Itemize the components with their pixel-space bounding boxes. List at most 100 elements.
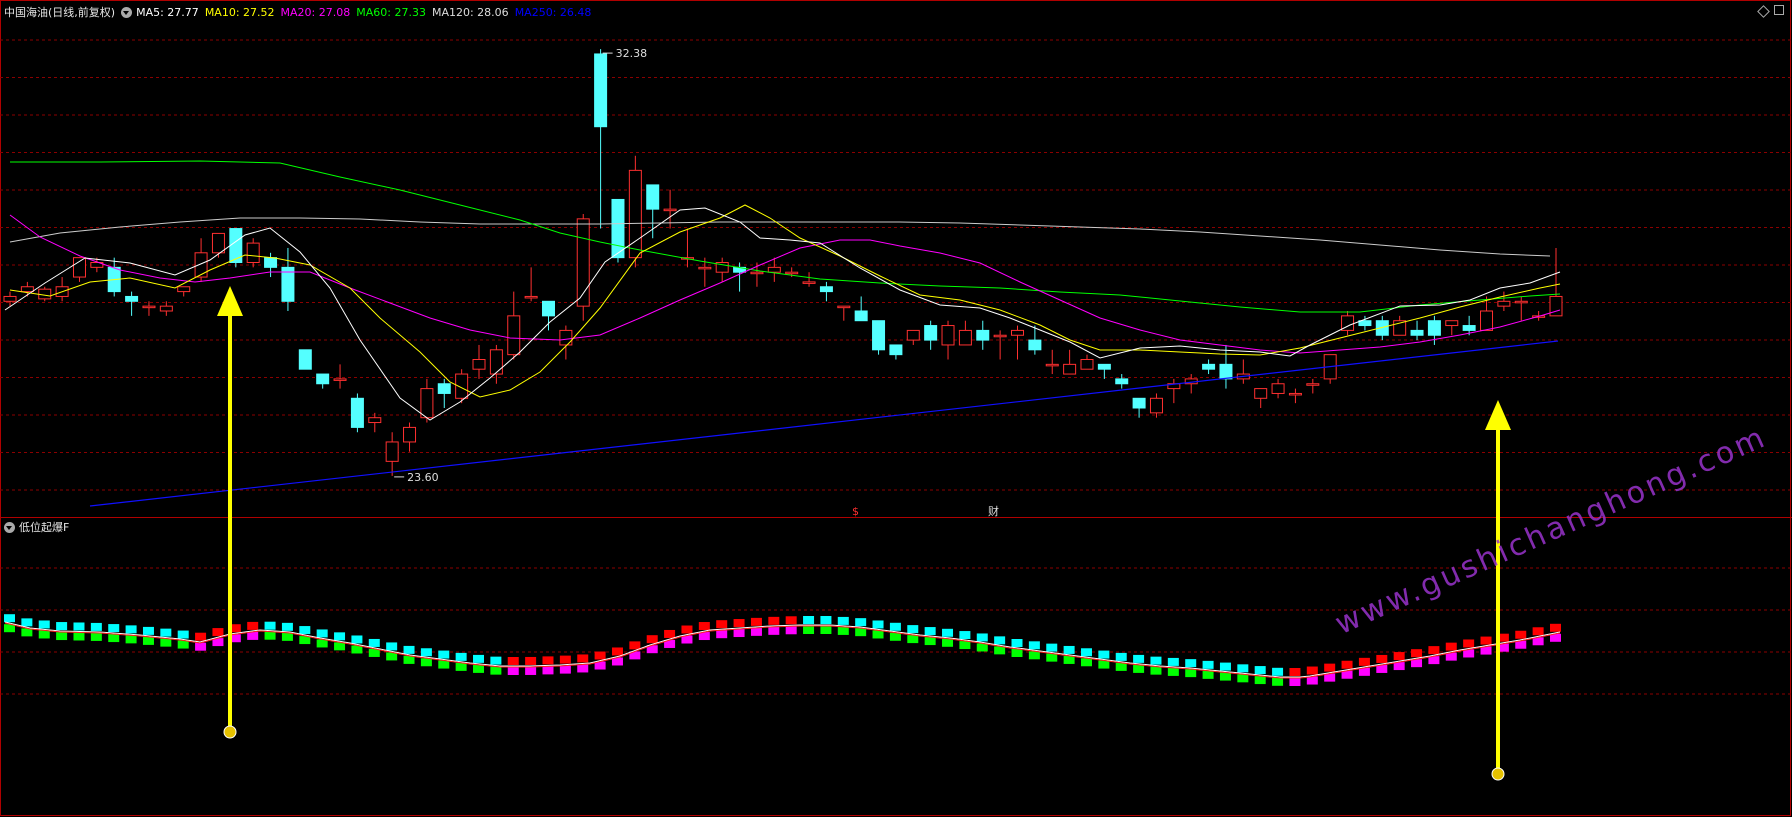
- indicator-bar-top: [455, 652, 467, 661]
- indicator-bar-top: [611, 647, 623, 656]
- chart-grid: [0, 0, 1792, 816]
- indicator-bar-top: [577, 654, 589, 663]
- indicator-bar-top: [820, 616, 832, 624]
- candle-body: [298, 349, 312, 370]
- indicator-bar-bottom: [542, 666, 554, 675]
- indicator-bar-bottom: [577, 664, 589, 673]
- indicator-bar-top: [351, 635, 363, 644]
- candle-body: [767, 266, 781, 273]
- candle-body: [854, 310, 868, 322]
- sub-panel-toggle-icon[interactable]: [4, 521, 15, 533]
- indicator-bar-top: [473, 654, 485, 663]
- indicator-bar-bottom: [264, 631, 276, 640]
- indicator-bar-top: [664, 629, 676, 638]
- candle-body: [993, 334, 1007, 338]
- indicator-bar-bottom: [1063, 655, 1075, 664]
- indicator-bar-bottom: [959, 641, 971, 650]
- cai-marker: 财: [988, 504, 999, 518]
- indicator-bar-bottom: [142, 636, 154, 645]
- indicator-bar-top: [681, 625, 693, 634]
- candle-body: [1080, 359, 1094, 370]
- indicator-bar-top: [750, 617, 762, 626]
- indicator-bar-bottom: [1098, 660, 1110, 669]
- min-price-label: 23.60: [407, 471, 439, 484]
- diamond-icon[interactable]: [1757, 5, 1770, 18]
- candle-body: [437, 383, 451, 394]
- max-price-label: 32.38: [616, 47, 648, 60]
- indicator-bar-top: [125, 625, 137, 634]
- chart-labels: 32.38 23.60 $ 财: [394, 47, 999, 518]
- indicator-bar-top: [403, 645, 415, 654]
- stock-chart: 32.38 23.60 $ 财: [0, 0, 1792, 816]
- indicator-bar-top: [334, 632, 346, 641]
- indicator-bar-bottom: [907, 635, 919, 644]
- indicator-bar-top: [1411, 649, 1423, 658]
- indicator-bar-top: [1133, 654, 1145, 663]
- indicator-bar-top: [994, 636, 1006, 645]
- settings-toggle-icon[interactable]: [121, 6, 133, 18]
- indicator-bar-top: [1098, 650, 1110, 659]
- indicator-bar-top: [1150, 656, 1162, 665]
- indicator-bar-top: [212, 628, 224, 637]
- indicator-bar-bottom: [1306, 676, 1318, 685]
- square-icon[interactable]: [1774, 5, 1784, 15]
- indicator-bar-top: [542, 656, 554, 665]
- indicator-bar-top: [785, 616, 797, 625]
- candle-body: [385, 441, 399, 462]
- ma-legend-item: MA60: 27.33: [356, 5, 426, 19]
- indicator-bar-top: [1237, 664, 1249, 673]
- indicator-bar-top: [837, 616, 849, 625]
- indicator-bar-bottom: [837, 626, 849, 635]
- indicator-bar-bottom: [177, 640, 189, 649]
- indicator-bar-top: [872, 620, 884, 629]
- candle-body: [316, 373, 330, 385]
- indicator-bar-top: [1063, 645, 1075, 654]
- indicator-bar-bottom: [1219, 672, 1231, 681]
- indicator-bar-top: [316, 629, 328, 638]
- indicator-panel: [4, 614, 1561, 686]
- indicator-bar-top: [1515, 630, 1527, 639]
- candle-body: [1514, 300, 1528, 304]
- indicator-bar-top: [942, 628, 954, 637]
- indicator-bar-bottom: [73, 632, 85, 641]
- indicator-bar-top: [559, 655, 571, 664]
- moving-average-lines: [4, 160, 1561, 507]
- indicator-bar-bottom: [125, 635, 137, 644]
- indicator-bar-bottom: [1272, 677, 1284, 686]
- indicator-bar-top: [768, 616, 780, 625]
- indicator-bar-top: [629, 641, 641, 650]
- chart-header: 中国海油(日线,前复权) MA5: 27.77 MA10: 27.52 MA20: …: [4, 4, 597, 20]
- indicator-bar-bottom: [924, 637, 936, 646]
- ma-legend-item: MA250: 26.48: [514, 5, 592, 19]
- indicator-bar-bottom: [733, 629, 745, 638]
- indicator-bar-bottom: [316, 639, 328, 648]
- candle-body: [489, 349, 503, 375]
- indicator-bar-bottom: [490, 666, 502, 675]
- indicator-bar-top: [1428, 646, 1440, 655]
- candle-body: [211, 232, 225, 254]
- indicator-bar-top: [1393, 652, 1405, 661]
- indicator-bar-top: [889, 622, 901, 631]
- candle-body: [333, 378, 347, 381]
- indicator-bar-top: [56, 622, 68, 631]
- window-controls: [1757, 5, 1784, 18]
- candle-body: [3, 295, 17, 302]
- indicator-bar-top: [21, 618, 33, 627]
- indicator-bar-bottom: [334, 642, 346, 651]
- indicator-bar-bottom: [1237, 674, 1249, 683]
- indicator-bar-top: [1254, 666, 1266, 675]
- indicator-bar-bottom: [455, 662, 467, 671]
- candle-body: [246, 242, 260, 264]
- indicator-bar-bottom: [420, 658, 432, 667]
- ma-legend: MA5: 27.77 MA10: 27.52 MA20: 27.08 MA60: 27…: [136, 6, 597, 19]
- indicator-bar-bottom: [768, 626, 780, 635]
- candle-body: [1306, 383, 1320, 386]
- indicator-bar-top: [594, 651, 606, 660]
- indicator-bar-top: [299, 626, 311, 635]
- indicator-bar-top: [1358, 657, 1370, 666]
- indicator-bar-bottom: [1046, 653, 1058, 662]
- indicator-bar-top: [142, 626, 154, 635]
- candle-body: [368, 417, 382, 424]
- candle-body: [1045, 363, 1059, 367]
- indicator-bar-top: [368, 638, 380, 647]
